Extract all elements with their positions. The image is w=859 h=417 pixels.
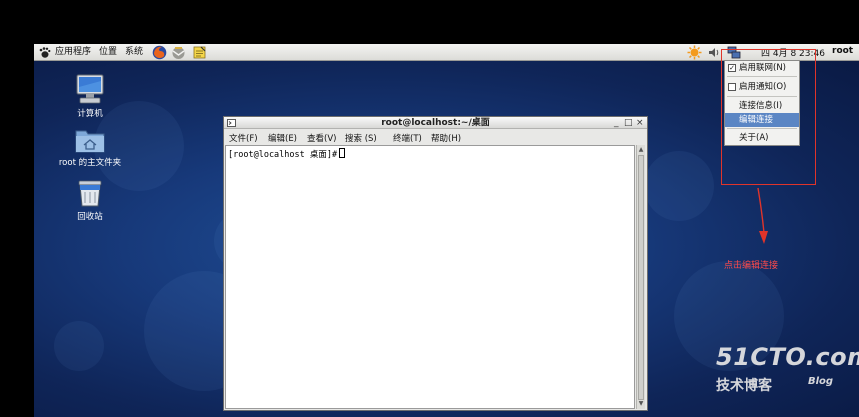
menu-help[interactable]: 帮助(H): [431, 132, 461, 144]
desktop-icon-home-folder[interactable]: root 的主文件夹: [50, 126, 130, 168]
bokeh: [644, 151, 714, 221]
bokeh: [54, 321, 104, 371]
menu-view[interactable]: 查看(V): [307, 132, 336, 144]
menu-file[interactable]: 文件(F): [229, 132, 258, 144]
terminal-output[interactable]: [root@localhost 桌面]#: [225, 145, 635, 409]
menu-terminal[interactable]: 终端(T): [393, 132, 422, 144]
desktop-icon-label: root 的主文件夹: [58, 158, 122, 168]
trash-icon: [78, 180, 102, 207]
desktop-icon-computer[interactable]: 计算机: [50, 73, 130, 119]
window-title: root@localhost:~/桌面: [381, 118, 490, 128]
watermark-blog-cn: 技术博客: [716, 378, 772, 394]
computer-icon: [76, 74, 104, 104]
minimize-button[interactable]: _: [614, 117, 619, 129]
home-folder-icon: [75, 130, 105, 153]
notes-icon[interactable]: [192, 45, 207, 60]
system-menu[interactable]: 系统: [125, 46, 143, 59]
places-menu[interactable]: 位置: [99, 46, 117, 59]
gnome-foot-icon[interactable]: [38, 46, 51, 59]
top-black-band: [0, 0, 859, 44]
watermark-blog: Blog: [808, 376, 834, 387]
annotation-arrow-icon: [757, 187, 768, 244]
scroll-down-arrow-icon[interactable]: ▼: [637, 400, 645, 408]
terminal-prompt-line: [root@localhost 桌面]#: [228, 148, 346, 160]
applications-menu[interactable]: 应用程序: [55, 46, 91, 59]
prompt-text: [root@localhost 桌面]#: [228, 150, 338, 160]
maximize-button[interactable]: □: [624, 117, 633, 129]
terminal-window: root@localhost:~/桌面 _ □ × 文件(F) 编辑(E) 查看…: [223, 116, 648, 411]
mail-client-icon[interactable]: [171, 45, 186, 60]
desktop-icon-label: 回收站: [77, 212, 103, 222]
close-button[interactable]: ×: [636, 117, 644, 129]
menu-search[interactable]: 搜索 (S): [345, 132, 377, 144]
scrollbar-thumb[interactable]: [638, 155, 644, 400]
annotation-highlight-box: [721, 49, 816, 185]
update-notification-icon[interactable]: [687, 45, 702, 60]
text-cursor: [339, 148, 346, 158]
desktop-icon-label: 计算机: [77, 109, 103, 119]
watermark-site: 51CTO.com: [716, 343, 859, 371]
scroll-up-arrow-icon[interactable]: ▲: [637, 146, 645, 154]
annotation-text: 点击编辑连接: [724, 261, 779, 271]
terminal-menubar: 文件(F) 编辑(E) 查看(V) 搜索 (S) 终端(T) 帮助(H): [224, 130, 647, 144]
terminal-titlebar[interactable]: root@localhost:~/桌面 _ □ ×: [224, 117, 647, 129]
vertical-scrollbar[interactable]: ▲ ▼: [636, 145, 645, 409]
user-menu[interactable]: root: [832, 46, 853, 56]
left-black-band: [0, 44, 34, 417]
volume-icon[interactable]: [706, 45, 721, 60]
firefox-icon[interactable]: [152, 45, 167, 60]
menu-edit[interactable]: 编辑(E): [268, 132, 297, 144]
desktop-icon-trash[interactable]: 回收站: [50, 178, 130, 222]
